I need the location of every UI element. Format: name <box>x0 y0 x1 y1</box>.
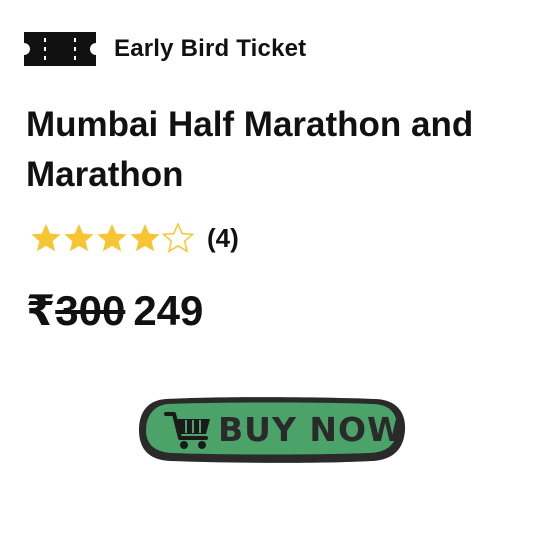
star-filled-icon <box>64 224 94 252</box>
star-filled-icon <box>97 224 127 252</box>
star-filled-icon <box>130 224 160 252</box>
ticket-type-row: Early Bird Ticket <box>24 32 306 66</box>
original-price: 300 <box>55 287 126 334</box>
buy-now-label: BUY NOW <box>218 410 405 449</box>
currency-symbol: ₹ <box>26 287 56 334</box>
buy-now-button[interactable]: BUY NOW <box>136 394 408 466</box>
cart-icon <box>164 412 210 449</box>
star-rating <box>30 222 195 254</box>
price: ₹ 300 249 <box>26 286 203 335</box>
rating: (4) <box>30 222 239 254</box>
event-title: Mumbai Half Marathon and Marathon <box>26 105 474 194</box>
star-empty-icon <box>162 222 194 253</box>
ticket-type-label: Early Bird Ticket <box>114 35 307 62</box>
star-filled-icon <box>31 224 61 252</box>
rating-count: (4) <box>207 222 239 253</box>
ticket-icon <box>24 32 96 66</box>
sale-price: 249 <box>133 287 204 334</box>
